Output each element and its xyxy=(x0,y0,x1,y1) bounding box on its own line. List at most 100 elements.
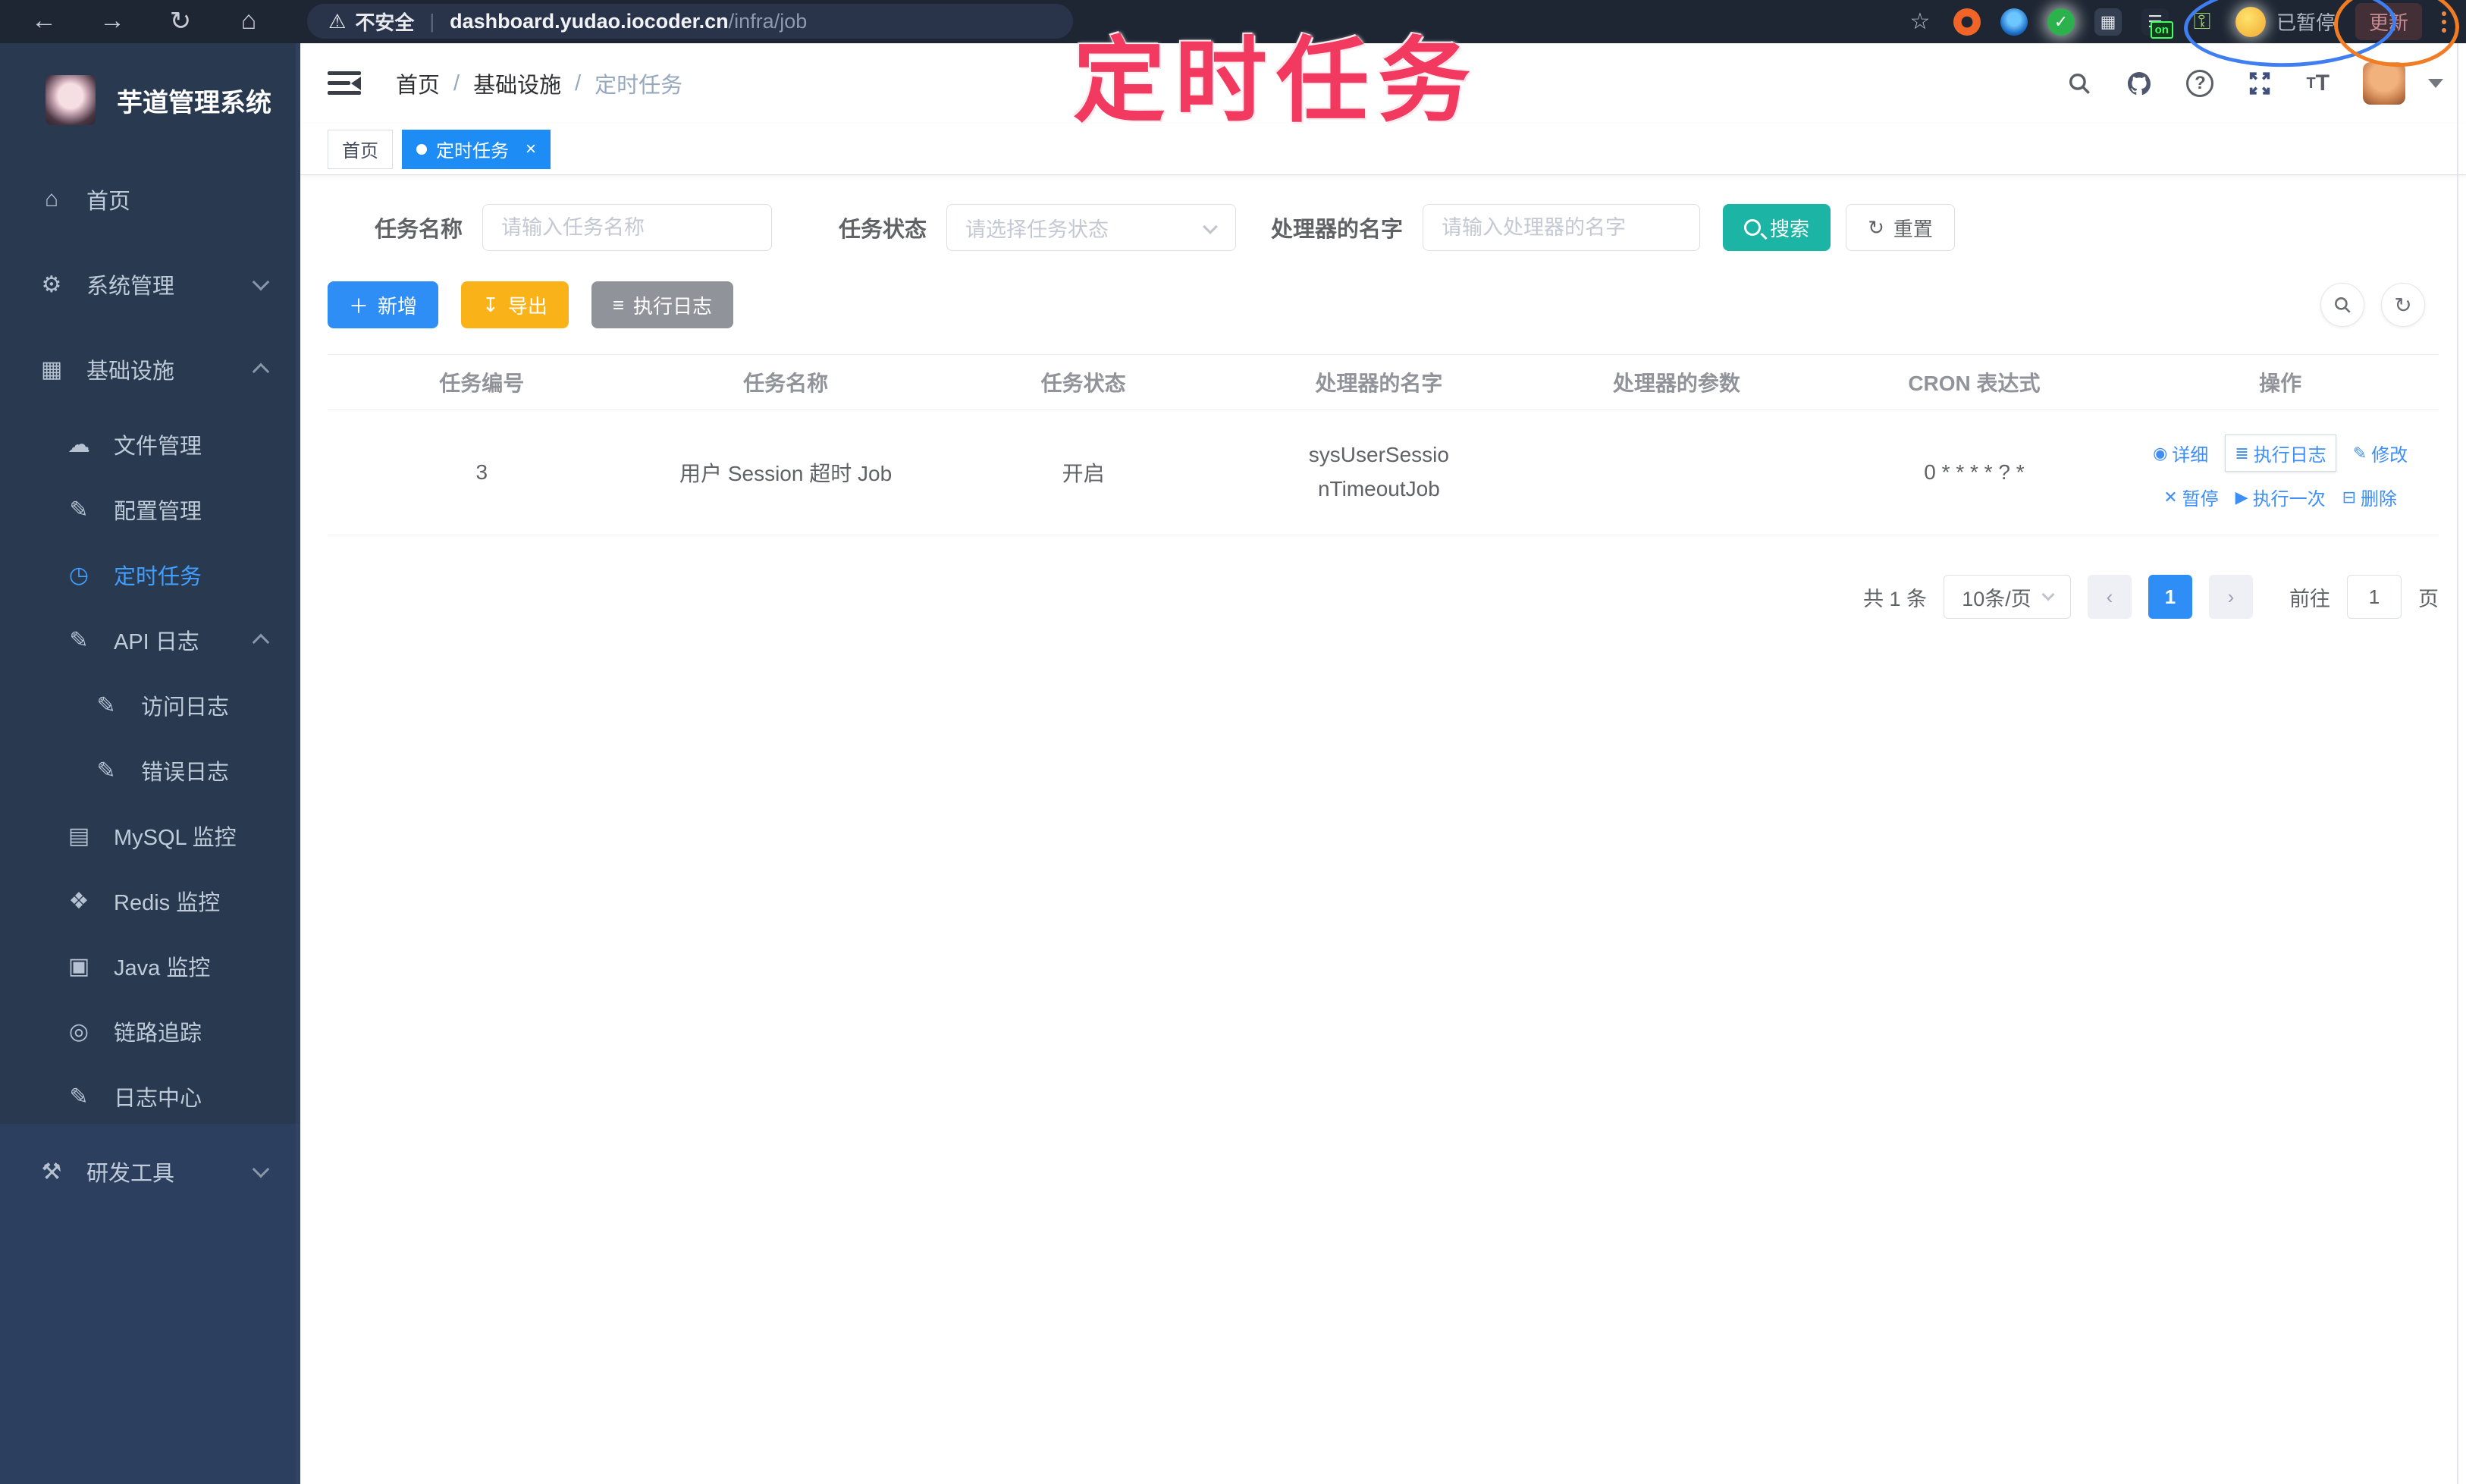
job-name-input[interactable] xyxy=(482,204,773,251)
chevron-down-icon xyxy=(252,273,270,291)
browser-forward-icon[interactable]: → xyxy=(96,6,129,36)
fullscreen-icon[interactable] xyxy=(2247,71,2273,96)
prev-page-button[interactable]: ‹ xyxy=(2088,575,2132,619)
extension-icon[interactable] xyxy=(2000,8,2028,36)
sidebar-item-label: 定时任务 xyxy=(114,565,202,589)
cell-job-name: 用户 Session 超时 Job xyxy=(679,462,893,485)
detail-link[interactable]: ◉ 详细 xyxy=(2153,440,2208,466)
breadcrumb-infrastructure[interactable]: 基础设施 xyxy=(473,67,561,99)
sidebar-item-config-mgmt[interactable]: ✎ 配置管理 xyxy=(0,477,300,542)
export-button-label: 导出 xyxy=(507,294,547,318)
active-tag-dot xyxy=(416,143,427,155)
github-icon[interactable] xyxy=(2126,70,2153,97)
browser-home-icon[interactable]: ⌂ xyxy=(232,6,265,36)
jobs-table: 任务编号 任务名称 任务状态 处理器的名字 处理器的参数 CRON 表达式 操作… xyxy=(328,354,2439,535)
sidebar-item-redis-monitor[interactable]: ❖ Redis 监控 xyxy=(0,868,300,933)
pagination: 共 1 条 10条/页 ‹ 1 › 前往 页 xyxy=(328,575,2439,619)
filter-form: 任务名称 任务状态 请选择任务状态 处理器的名字 搜索 ↻ 重置 xyxy=(375,204,2439,251)
browser-reload-icon[interactable]: ↻ xyxy=(164,6,197,36)
run-once-link[interactable]: ▶ 执行一次 xyxy=(2235,484,2326,510)
sidebar-menu: ⌂ 首页 ⚙ 系统管理 ▦ 基础设施 ☁ 文件管理 ✎ 配置管理 ◷ 定时任务 … xyxy=(0,157,300,1214)
extension-icon[interactable]: ▦ xyxy=(2094,8,2122,36)
edit-link[interactable]: ✎ 修改 xyxy=(2353,440,2408,466)
sidebar-logo-row[interactable]: 芋道管理系统 xyxy=(0,43,300,157)
sidebar-item-tracing[interactable]: ◎ 链路追踪 xyxy=(0,999,300,1064)
page-content: 任务名称 任务状态 请选择任务状态 处理器的名字 搜索 ↻ 重置 xyxy=(300,175,2466,619)
goto-page-input[interactable] xyxy=(2347,575,2402,619)
close-icon: ✕ xyxy=(2163,487,2178,507)
address-bar[interactable]: ⚠ 不安全 | dashboard.yudao.iocoder.cn /infr… xyxy=(307,4,1073,39)
extension-icon[interactable]: ✓ xyxy=(2047,8,2075,36)
tag-scheduled-jobs[interactable]: 定时任务 × xyxy=(402,129,551,169)
current-page-button[interactable]: 1 xyxy=(2148,575,2192,619)
sidebar-item-access-log[interactable]: ✎ 访问日志 xyxy=(0,673,300,738)
toggle-search-button[interactable] xyxy=(2320,283,2364,327)
tag-home[interactable]: 首页 xyxy=(328,129,393,169)
cell-job-status: 开启 xyxy=(1062,462,1105,485)
monitor-icon: ▣ xyxy=(67,953,90,979)
sidebar-fold-icon[interactable] xyxy=(328,70,361,97)
url-path: /infra/job xyxy=(728,9,808,33)
export-button[interactable]: ↧ 导出 xyxy=(461,281,569,328)
sidebar-item-system-mgmt[interactable]: ⚙ 系统管理 xyxy=(0,242,300,327)
add-button[interactable]: ＋ 新增 xyxy=(328,281,439,328)
sidebar-item-home[interactable]: ⌂ 首页 xyxy=(0,157,300,242)
page-size-value: 10条/页 xyxy=(1962,587,2031,610)
col-cron: CRON 表达式 xyxy=(1908,372,2041,395)
font-size-icon[interactable]: TT xyxy=(2306,71,2330,96)
sidebar-item-label: API 日志 xyxy=(114,630,199,654)
sidebar-item-label: 基础设施 xyxy=(86,359,175,384)
app-logo-image xyxy=(45,75,96,125)
sidebar-item-log-center[interactable]: ✎ 日志中心 xyxy=(0,1064,300,1129)
table-toolbar: ＋ 新增 ↧ 导出 ≡ 执行日志 ↻ xyxy=(328,281,2439,328)
refresh-table-button[interactable]: ↻ xyxy=(2381,283,2425,327)
page-scrollbar[interactable] xyxy=(2457,43,2458,1484)
briefcase-icon: ⚒ xyxy=(41,1159,62,1184)
sidebar-item-error-log[interactable]: ✎ 错误日志 xyxy=(0,738,300,803)
search-button[interactable]: 搜索 xyxy=(1723,204,1831,251)
eye-icon: ◎ xyxy=(68,1018,89,1044)
sidebar-item-scheduled-jobs[interactable]: ◷ 定时任务 xyxy=(0,542,300,607)
eye-icon: ◉ xyxy=(2153,443,2168,463)
help-icon[interactable]: ? xyxy=(2186,70,2214,97)
breadcrumb-home[interactable]: 首页 xyxy=(396,67,440,99)
sidebar-item-file-mgmt[interactable]: ☁ 文件管理 xyxy=(0,412,300,477)
delete-link[interactable]: ⊟ 删除 xyxy=(2342,484,2397,510)
sidebar-item-api-log[interactable]: ✎ API 日志 xyxy=(0,607,300,673)
gear-icon: ⚙ xyxy=(41,271,62,297)
sidebar-scrollbar[interactable] xyxy=(296,43,300,1484)
handler-name-input[interactable] xyxy=(1423,204,1701,251)
clock-icon: ◷ xyxy=(68,562,89,588)
extension-icon[interactable] xyxy=(1953,8,1981,36)
sidebar-item-label: 错误日志 xyxy=(141,761,230,785)
tag-close-icon[interactable]: × xyxy=(526,139,536,160)
search-icon[interactable] xyxy=(2066,71,2092,96)
next-page-button[interactable]: › xyxy=(2209,575,2253,619)
avatar-caret-icon[interactable] xyxy=(2428,79,2443,88)
pagination-total: 共 1 条 xyxy=(1862,587,1927,610)
col-handler-param: 处理器的参数 xyxy=(1612,372,1740,395)
sidebar-item-mysql-monitor[interactable]: ▤ MySQL 监控 xyxy=(0,803,300,868)
page-unit-label: 页 xyxy=(2418,587,2439,610)
chevron-up-icon xyxy=(252,362,270,381)
extension-icon[interactable]: ☰ on xyxy=(2141,8,2173,39)
sidebar-item-dev-tools[interactable]: ⚒ 研发工具 xyxy=(0,1129,300,1214)
browser-back-icon[interactable]: ← xyxy=(27,6,61,36)
sidebar-item-infrastructure[interactable]: ▦ 基础设施 xyxy=(0,327,300,412)
sidebar-item-java-monitor[interactable]: ▣ Java 监控 xyxy=(0,933,300,999)
job-status-select[interactable]: 请选择任务状态 xyxy=(946,204,1237,251)
user-avatar[interactable] xyxy=(2363,62,2405,105)
goto-label: 前往 xyxy=(2289,587,2330,610)
col-job-id: 任务编号 xyxy=(439,372,525,395)
execution-log-button[interactable]: ≡ 执行日志 xyxy=(591,281,734,328)
bookmark-star-icon[interactable]: ☆ xyxy=(1906,8,1934,36)
log-icon: ✎ xyxy=(96,692,116,718)
url-separator: | xyxy=(429,9,435,33)
reset-button[interactable]: ↻ 重置 xyxy=(1846,204,1955,251)
pause-link[interactable]: ✕ 暂停 xyxy=(2163,484,2218,510)
cell-cron: 0 * * * * ? * xyxy=(1924,460,2025,484)
chevron-down-icon xyxy=(252,1160,270,1178)
execution-log-link[interactable]: ≣ 执行日志 xyxy=(2225,435,2336,472)
annotation-page-title: 定时任务 xyxy=(1073,30,1479,133)
page-size-select[interactable]: 10条/页 xyxy=(1944,575,2071,619)
